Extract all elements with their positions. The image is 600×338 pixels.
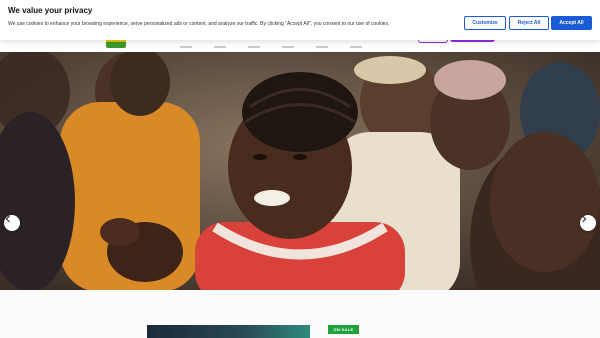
cookie-title: We value your privacy — [8, 6, 93, 15]
accept-all-button[interactable]: Accept All — [551, 16, 592, 30]
nav-item[interactable] — [316, 46, 328, 48]
previous-slide-button[interactable] — [4, 215, 20, 231]
hero-slider — [0, 52, 600, 290]
nav-item[interactable] — [282, 46, 294, 48]
nav-item[interactable] — [180, 46, 192, 48]
nav-item[interactable] — [248, 46, 260, 48]
reject-all-button[interactable]: Reject All — [509, 16, 549, 30]
next-slide-button[interactable] — [580, 215, 596, 231]
hero-image — [0, 52, 600, 290]
product-image[interactable] — [147, 325, 310, 338]
sale-badge: ON SALE — [328, 325, 359, 334]
nav-item[interactable] — [214, 46, 226, 48]
chevron-left-icon — [5, 215, 10, 223]
cookie-text: We use cookies to enhance your browsing … — [8, 21, 390, 27]
chevron-right-icon — [582, 215, 587, 223]
product-section: ON SALE — [0, 290, 600, 338]
nav-item[interactable] — [350, 46, 362, 48]
customize-button[interactable]: Customize — [464, 16, 506, 30]
cookie-banner: We value your privacy We use cookies to … — [0, 0, 600, 40]
